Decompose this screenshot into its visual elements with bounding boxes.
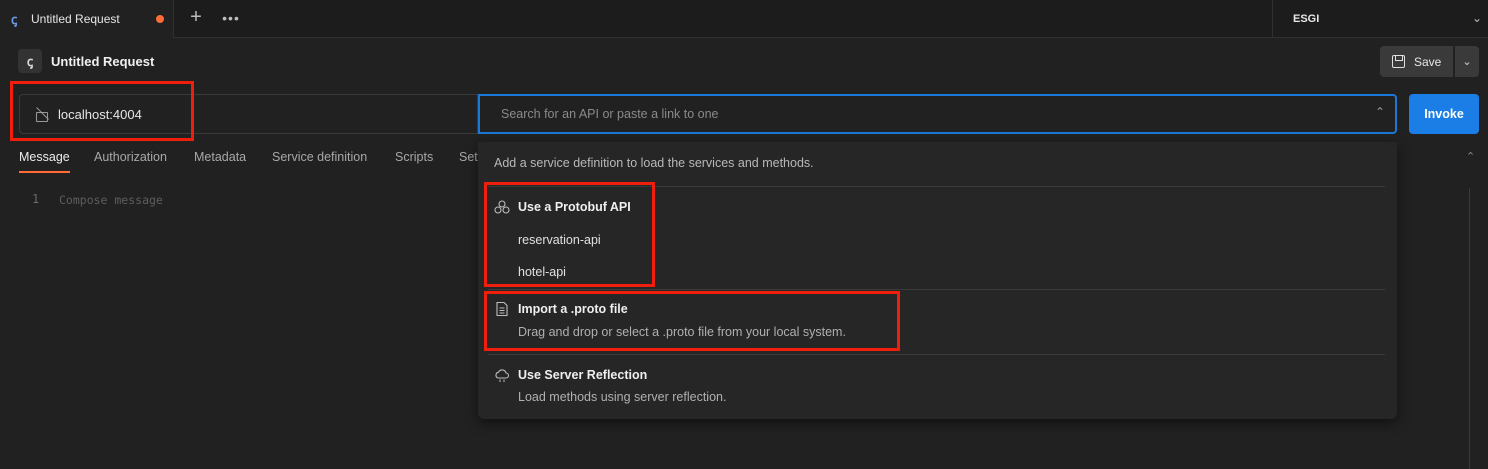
save-options-button[interactable]: ⌄ [1455,46,1479,77]
chevron-down-icon: ⌄ [1471,11,1482,25]
save-label: Save [1414,54,1442,69]
method-select-placeholder: Search for an API or paste a link to one [501,107,719,121]
divider [488,354,1385,355]
chevron-up-icon: ⌃ [1374,105,1385,119]
cloud-reflection-icon [495,369,510,382]
highlight-url [10,81,194,141]
invoke-button[interactable]: Invoke [1409,94,1479,134]
grpc-icon: ꞔ [11,12,18,27]
line-number: 1 [32,192,40,206]
unsaved-dot [156,15,164,23]
more-tabs-button[interactable]: ••• [220,8,242,28]
highlight-protobuf-api [484,182,655,287]
environment-selector[interactable]: ESGI ⌄ [1272,0,1488,38]
message-editor[interactable]: Compose message [59,193,163,207]
collapse-chevron-icon[interactable]: ⌃ [1466,150,1475,163]
highlight-proto-file [484,291,900,351]
use-server-reflection[interactable]: Use Server Reflection [518,368,647,382]
tab-settings[interactable]: Set [459,150,478,164]
tab-message[interactable]: Message [19,150,70,164]
request-title[interactable]: Untitled Request [51,54,154,69]
request-header: ꞔ Untitled Request [18,49,154,73]
divider [488,289,1385,290]
method-select[interactable]: Search for an API or paste a link to one… [478,94,1397,134]
tab-authorization[interactable]: Authorization [94,150,167,164]
tab-service-definition[interactable]: Service definition [272,150,367,164]
tab-metadata[interactable]: Metadata [194,150,246,164]
server-reflection-description: Load methods using server reflection. [518,390,727,404]
save-icon [1392,55,1405,68]
request-tab[interactable]: ꞔ Untitled Request [0,0,174,38]
tab-bar: ꞔ Untitled Request + ••• ESGI ⌄ [0,0,1488,38]
dropdown-hint: Add a service definition to load the ser… [494,156,814,170]
tab-scripts[interactable]: Scripts [395,150,433,164]
new-tab-button[interactable]: + [185,7,207,29]
tab-title: Untitled Request [31,12,120,26]
right-sidebar-rail [1469,188,1488,469]
save-button[interactable]: Save [1380,46,1453,77]
active-tab-indicator [19,171,70,173]
environment-name: ESGI [1293,13,1320,25]
grpc-icon: ꞔ [18,49,42,73]
